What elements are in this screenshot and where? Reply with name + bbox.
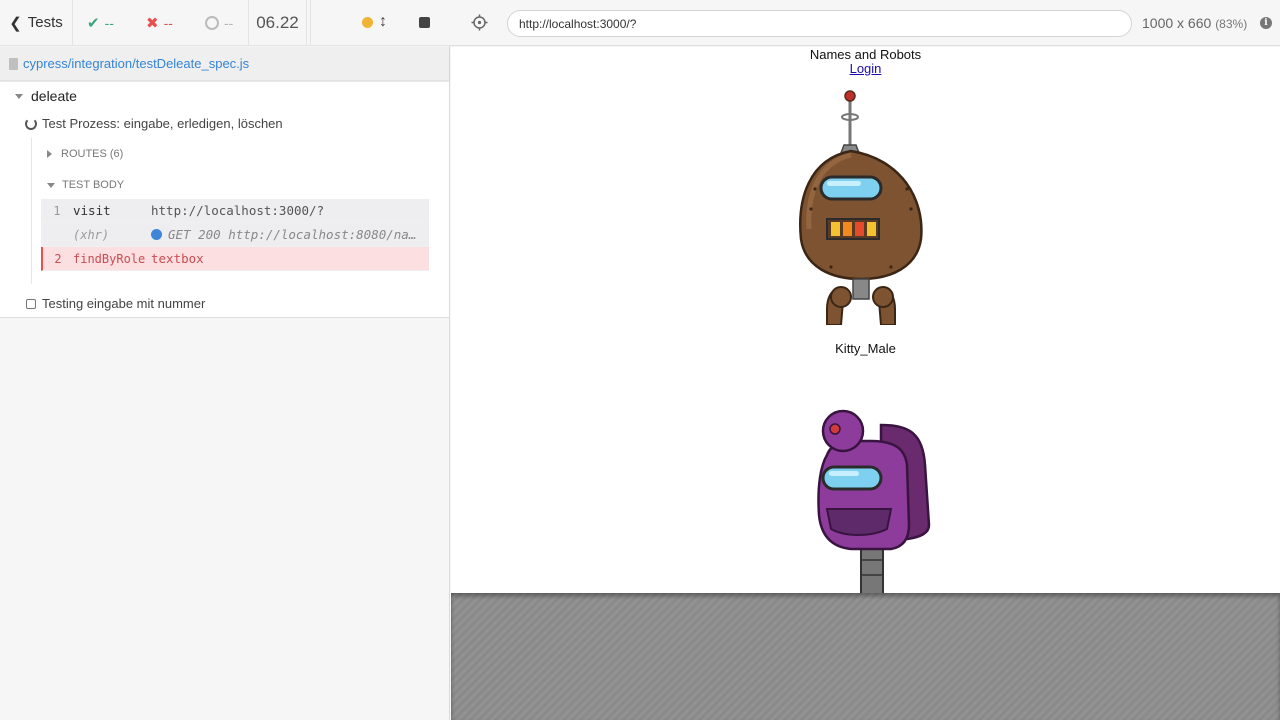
spec-file-bar: cypress/integration/testDeleate_spec.js xyxy=(0,47,449,81)
test-pending[interactable]: Testing eingabe mit nummer xyxy=(26,296,205,311)
url-bar[interactable]: http://localhost:3000/? xyxy=(507,10,1132,37)
suite-header[interactable]: deleate xyxy=(15,88,77,104)
caret-down-icon xyxy=(15,93,23,99)
test-title: Test Prozess: eingabe, erledigen, lösche… xyxy=(42,116,283,131)
pending-circle-icon xyxy=(205,15,219,30)
runnables-list: deleate Test Prozess: eingabe, erledigen… xyxy=(0,82,449,318)
selector-playground-icon[interactable] xyxy=(471,14,488,31)
back-label: Tests xyxy=(27,14,63,31)
robot-name-label: Kitty_Male xyxy=(835,341,896,356)
command-message: http://localhost:3000/? xyxy=(151,203,325,218)
command-message-wrap: GET 200 http://localhost:8080/names xyxy=(151,227,429,242)
viewport-dimensions: 1000 x 660 (83%) xyxy=(1142,15,1247,31)
passed-count: -- xyxy=(104,14,114,31)
spec-file-link[interactable]: cypress/integration/testDeleate_spec.js xyxy=(23,56,249,71)
caret-down-icon xyxy=(47,182,55,188)
command-message: GET 200 http://localhost:8080/names xyxy=(168,227,423,242)
viewport-size: 1000 x 660 xyxy=(1142,15,1212,31)
indent-guide xyxy=(31,138,32,284)
test-body-toggle[interactable]: TEST BODY xyxy=(47,179,124,191)
pending-count: -- xyxy=(224,14,234,31)
robot-avatar-image xyxy=(817,409,931,593)
test-title: Testing eingabe mit nummer xyxy=(42,296,206,311)
running-spinner-icon xyxy=(25,117,37,130)
viewport-zoom: (83%) xyxy=(1215,17,1248,31)
chevron-left-icon: ❮ xyxy=(9,14,22,32)
run-duration: 06.22 xyxy=(248,0,307,46)
xhr-status-dot-icon xyxy=(151,229,162,240)
suite-title: deleate xyxy=(31,88,77,104)
cypress-runner: ❮ Tests ✔ -- ✖ -- -- 06.22 ↕ cypress/int… xyxy=(0,0,1280,720)
running-indicator-icon xyxy=(362,17,373,28)
failed-stat: ✖ -- xyxy=(146,14,205,32)
test-body-label: TEST BODY xyxy=(62,179,125,191)
back-to-tests-button[interactable]: ❮ Tests xyxy=(0,0,73,45)
command-row[interactable]: (xhr) GET 200 http://localhost:8080/name… xyxy=(41,223,429,247)
command-message: textbox xyxy=(151,251,204,266)
command-number: 2 xyxy=(54,251,62,266)
aut-iframe: Names and Robots Login Kitty_Male xyxy=(451,47,1280,593)
command-name: (xhr) xyxy=(73,227,110,242)
robot-avatar-image xyxy=(799,90,923,325)
passed-stat: ✔ -- xyxy=(87,14,146,32)
failed-count: -- xyxy=(163,14,173,31)
login-link[interactable]: Login xyxy=(451,61,1280,76)
test-running[interactable]: Test Prozess: eingabe, erledigen, lösche… xyxy=(25,116,283,131)
reporter-panel: ❮ Tests ✔ -- ✖ -- -- 06.22 ↕ cypress/int… xyxy=(0,0,450,720)
routes-label: ROUTES (6) xyxy=(61,148,124,160)
viewport-backdrop xyxy=(451,593,1280,720)
auto-scroll-toggle-icon[interactable]: ↕ xyxy=(379,13,387,31)
command-name: findByRole xyxy=(73,251,146,266)
command-row[interactable]: 1 visit http://localhost:3000/? xyxy=(41,199,429,223)
info-icon[interactable]: i xyxy=(1260,17,1272,29)
app-title: Names and Robots xyxy=(809,47,922,62)
cross-icon: ✖ xyxy=(146,14,159,32)
stop-button[interactable] xyxy=(419,17,430,28)
command-row-failed[interactable]: 2 findByRole textbox xyxy=(41,247,429,271)
command-name: visit xyxy=(73,203,111,218)
pending-test-icon xyxy=(26,298,36,309)
file-icon xyxy=(9,57,18,70)
url-text: http://localhost:3000/? xyxy=(519,16,637,31)
command-log: 1 visit http://localhost:3000/? (xhr) GE… xyxy=(41,199,429,271)
aut-header: http://localhost:3000/? 1000 x 660 (83%)… xyxy=(450,0,1280,46)
check-icon: ✔ xyxy=(87,14,100,32)
caret-right-icon xyxy=(47,150,52,158)
routes-toggle[interactable]: ROUTES (6) xyxy=(47,148,123,160)
command-number: 1 xyxy=(53,203,61,218)
